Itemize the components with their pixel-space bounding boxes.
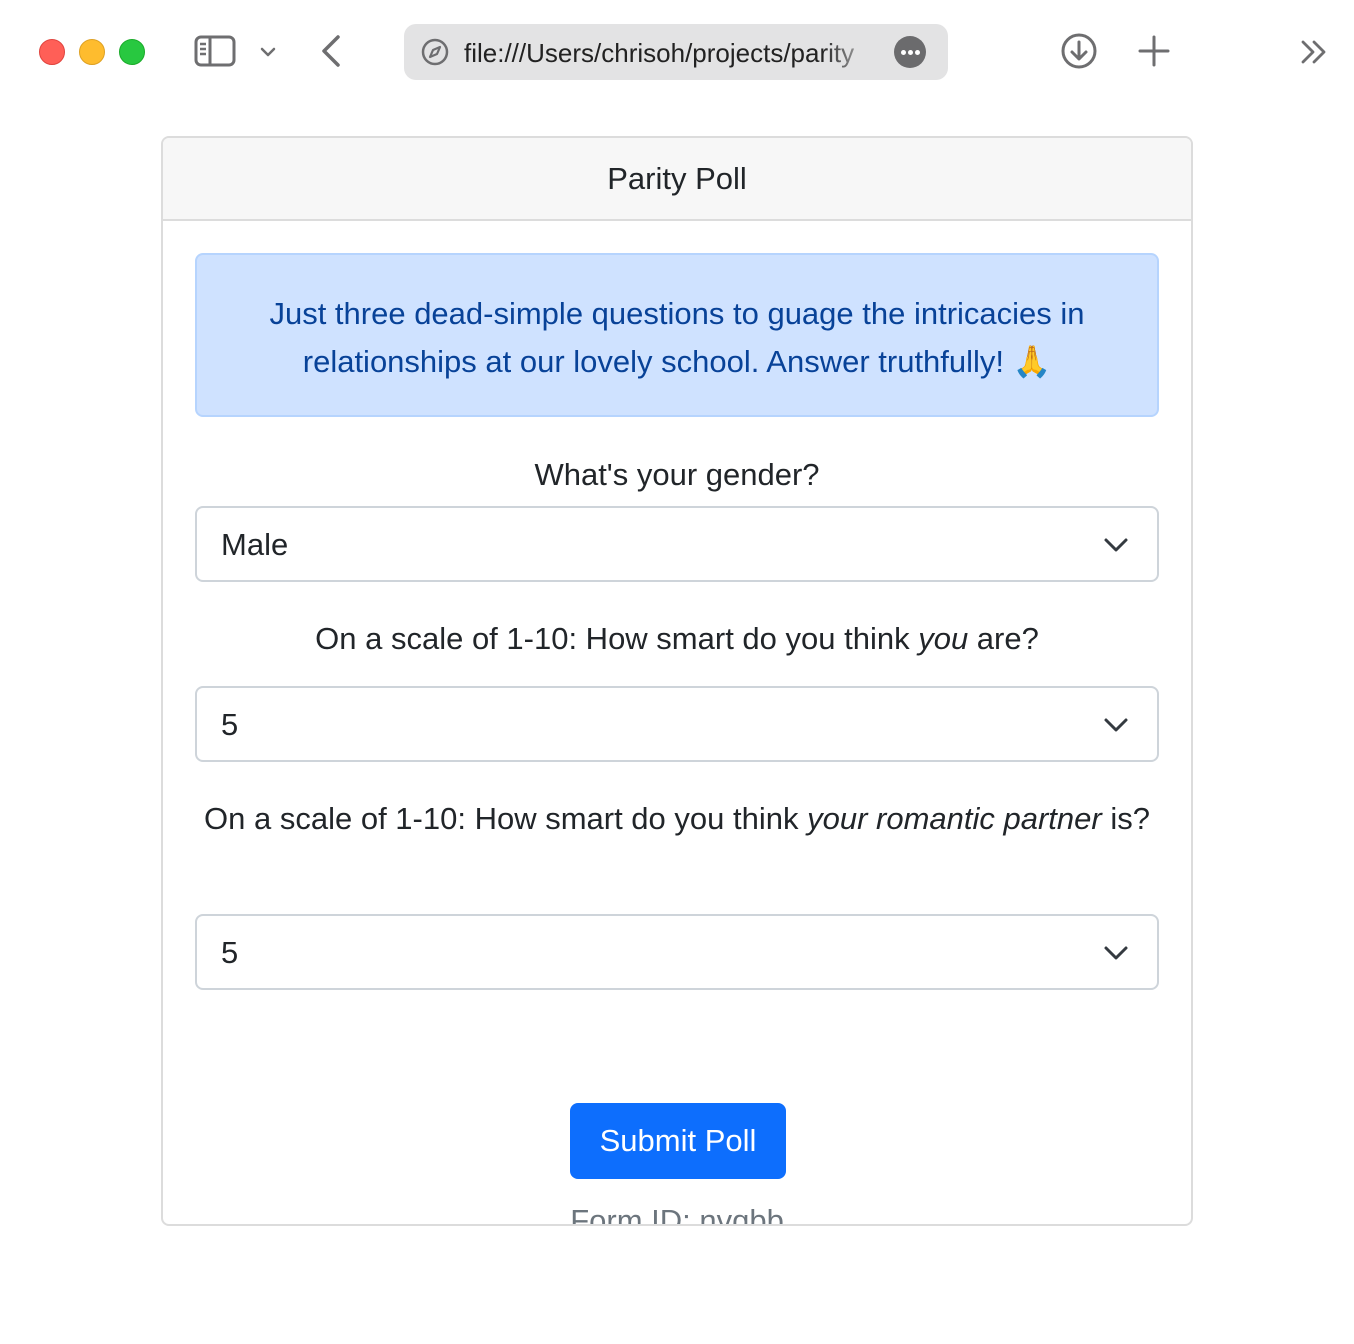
browser-toolbar: file:///Users/chrisoh/projects/parity — [0, 0, 1354, 104]
address-bar[interactable]: file:///Users/chrisoh/projects/parity — [404, 24, 948, 80]
download-icon[interactable] — [1060, 32, 1098, 70]
chevron-down-icon — [1104, 538, 1128, 552]
close-window-button[interactable] — [39, 39, 65, 65]
poll-card: Parity Poll Just three dead-simple quest… — [161, 136, 1193, 1226]
chevron-down-icon — [1104, 946, 1128, 960]
double-chevron-icon[interactable] — [1298, 37, 1330, 67]
page-title: Parity Poll — [607, 160, 747, 196]
plus-icon[interactable] — [1136, 33, 1172, 69]
chevron-down-icon — [1104, 718, 1128, 732]
sidebar-icon[interactable] — [194, 34, 236, 68]
question-emphasis: you — [918, 621, 969, 656]
question-text: On a scale of 1-10: How smart do you thi… — [315, 621, 919, 656]
browser-window: file:///Users/chrisoh/projects/parity Pa… — [0, 0, 1354, 1344]
page-menu-icon[interactable] — [894, 36, 926, 68]
question-text: On a scale of 1-10: How smart do you thi… — [204, 801, 808, 836]
question-text: What's your gender? — [534, 457, 820, 492]
select-value: Male — [221, 527, 289, 562]
chevron-down-icon[interactable] — [258, 42, 278, 62]
minimize-window-button[interactable] — [79, 39, 105, 65]
partner-smart-select[interactable]: 5 — [195, 914, 1159, 990]
gender-question-label: What's your gender? — [195, 451, 1159, 499]
question-text-end: is? — [1101, 801, 1150, 836]
back-icon[interactable] — [318, 33, 344, 69]
select-value: 5 — [221, 935, 239, 970]
partner-smart-question-label: On a scale of 1-10: How smart do you thi… — [195, 795, 1159, 843]
question-emphasis: your romantic partner — [807, 801, 1102, 836]
url-text[interactable]: file:///Users/chrisoh/projects/parity — [464, 38, 880, 68]
form-id-text: Form ID: nvqbb — [570, 1203, 784, 1226]
self-smart-select[interactable]: 5 — [195, 686, 1159, 762]
submit-poll-button[interactable]: Submit Poll — [570, 1103, 786, 1179]
intro-alert: Just three dead-simple questions to guag… — [195, 253, 1159, 417]
zoom-window-button[interactable] — [119, 39, 145, 65]
select-value: 5 — [221, 707, 239, 742]
self-smart-question-label: On a scale of 1-10: How smart do you thi… — [195, 615, 1159, 663]
card-header: Parity Poll — [163, 138, 1191, 221]
gender-select[interactable]: Male — [195, 506, 1159, 582]
compass-icon — [421, 38, 449, 66]
question-text-end: are? — [968, 621, 1039, 656]
